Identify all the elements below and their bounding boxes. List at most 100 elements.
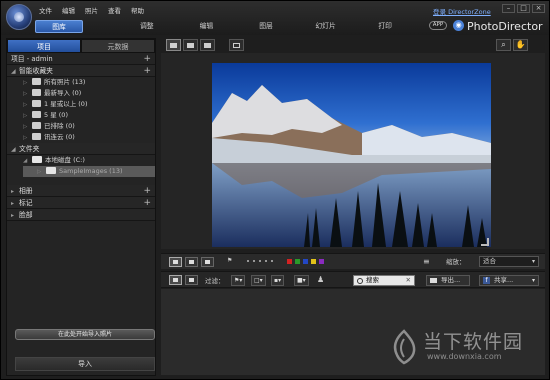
- star-icon: [32, 100, 41, 107]
- folder-icon: [46, 167, 56, 174]
- app-button[interactable]: APP: [429, 21, 447, 30]
- drive-item[interactable]: ◢ 本地磁盘 (C:): [7, 155, 155, 166]
- chevron-down-icon: ▾: [531, 277, 535, 284]
- menu-edit[interactable]: 编辑: [62, 5, 75, 15]
- add-project-icon[interactable]: +: [143, 53, 151, 65]
- module-tabs: 图库 调整 编辑 图层 幻灯片 打印: [35, 20, 415, 33]
- rating-dots[interactable]: [247, 260, 273, 262]
- single-view-icon[interactable]: [169, 257, 182, 267]
- filter-label: 过滤：: [205, 277, 225, 285]
- faces-header[interactable]: ▸ 脸部: [7, 209, 155, 221]
- sort-icon[interactable]: ≡: [423, 257, 437, 267]
- list-view-icon[interactable]: [185, 275, 198, 285]
- view-mode-tools: [166, 39, 215, 51]
- compare-icon[interactable]: [185, 257, 198, 267]
- multi-view-icon[interactable]: [201, 257, 214, 267]
- watermark-url: www.downxia.com: [427, 352, 502, 361]
- smart-collections-label: 智能收藏夹: [19, 67, 53, 75]
- add-person-icon[interactable]: ♟: [317, 275, 324, 284]
- project-label: 项目 - admin: [11, 55, 53, 63]
- list-item[interactable]: ▷ 已排除 (0): [7, 121, 155, 132]
- list-item[interactable]: ▷ 最新导入 (0): [7, 88, 155, 99]
- hand-tool-icon[interactable]: ✋: [513, 39, 528, 51]
- folders-label: 文件夹: [19, 145, 40, 153]
- tab-adjust[interactable]: 调整: [117, 20, 177, 33]
- export-button[interactable]: 导出...: [426, 275, 470, 286]
- loupe-view-icon[interactable]: [166, 39, 181, 51]
- albums-header[interactable]: ▸ 相册 +: [7, 185, 155, 197]
- tab-metadata[interactable]: 元数据: [81, 39, 155, 53]
- thumbnail-view-icon[interactable]: [169, 275, 182, 285]
- menu-view[interactable]: 查看: [108, 5, 121, 15]
- tab-library[interactable]: 图库: [35, 20, 83, 33]
- label-red-swatch[interactable]: [287, 259, 292, 264]
- facebook-icon: f: [483, 277, 490, 284]
- maximize-icon[interactable]: □: [517, 4, 530, 13]
- menu-photo[interactable]: 照片: [85, 5, 98, 15]
- folders-header[interactable]: ◢ 文件夹: [7, 143, 155, 155]
- filter-color-dropdown[interactable]: ▪▾: [271, 275, 285, 286]
- left-panel: 项目 元数据 项目 - admin + ◢ 智能收藏夹 + ▷ 所有照片 (13) …: [6, 38, 156, 376]
- fullscreen-icon[interactable]: [481, 238, 489, 246]
- signin-link[interactable]: 登录 DirectorZone: [433, 6, 491, 16]
- tab-slideshow[interactable]: 幻灯片: [296, 20, 356, 33]
- zoom-icon[interactable]: ⌕: [496, 39, 511, 51]
- left-panel-tabs: 项目 元数据: [7, 39, 155, 53]
- project-row[interactable]: 项目 - admin +: [7, 53, 155, 65]
- smart-collections-header[interactable]: ◢ 智能收藏夹 +: [7, 65, 155, 77]
- filter-label-dropdown[interactable]: ■▾: [294, 275, 309, 286]
- photo-viewer: [161, 53, 545, 249]
- menu-file[interactable]: 文件: [39, 5, 52, 15]
- add-album-icon[interactable]: +: [143, 185, 151, 197]
- recent-import-icon: [32, 89, 41, 96]
- share-button[interactable]: f 共享... ▾: [479, 275, 539, 286]
- watermark-text: 当下软件园: [423, 331, 524, 353]
- list-item[interactable]: ▷ 所有照片 (13): [7, 77, 155, 88]
- window-controls: – □ ×: [502, 4, 545, 13]
- photodirector-window: 文件 编辑 照片 查看 帮助 登录 DirectorZone – □ × 图库 …: [0, 0, 550, 380]
- export-icon: [430, 278, 437, 283]
- label-green-swatch[interactable]: [295, 259, 300, 264]
- tab-project[interactable]: 项目: [7, 39, 81, 53]
- label-blue-swatch[interactable]: [303, 259, 308, 264]
- add-tag-icon[interactable]: +: [143, 197, 151, 209]
- five-star-icon: [32, 111, 41, 118]
- viewer-right-tools: ⌕ ✋: [496, 39, 528, 51]
- compare-view-icon[interactable]: [229, 39, 244, 51]
- import-hint-button[interactable]: 在此处开始导入照片: [15, 329, 155, 340]
- list-item[interactable]: ▷ 1 星或以上 (0): [7, 99, 155, 110]
- folder-item[interactable]: ▷ SampleImages (13): [23, 166, 155, 177]
- filter-flag-dropdown[interactable]: ⚑▾: [231, 275, 246, 286]
- tags-header[interactable]: ▸ 标记 +: [7, 197, 155, 209]
- tab-print[interactable]: 打印: [355, 20, 415, 33]
- main-photo[interactable]: [212, 63, 491, 247]
- drive-icon: [32, 156, 42, 163]
- label-yellow-swatch[interactable]: [311, 259, 316, 264]
- filter-rating-dropdown[interactable]: □▾: [251, 275, 266, 286]
- label-purple-swatch[interactable]: [319, 259, 324, 264]
- minimize-icon[interactable]: –: [502, 4, 515, 13]
- filmstrip-toolbar: 过滤： ⚑▾ □▾ ▪▾ ■▾ ♟ 搜索 ✕ 导出... f 共享... ▾: [161, 271, 545, 288]
- excluded-icon: [32, 122, 41, 129]
- menu-help[interactable]: 帮助: [131, 5, 144, 15]
- zoom-label: 缩放：: [446, 258, 466, 266]
- import-button[interactable]: 导入: [15, 357, 155, 371]
- watermark: 当下软件园 www.downxia.com: [389, 327, 539, 367]
- title-bar: 文件 编辑 照片 查看 帮助 登录 DirectorZone – □ × 图库 …: [1, 1, 549, 35]
- add-smart-collection-icon[interactable]: +: [143, 65, 151, 77]
- tab-layers[interactable]: 图层: [236, 20, 296, 33]
- tab-edit[interactable]: 编辑: [177, 20, 237, 33]
- app-logo-icon[interactable]: [6, 4, 32, 30]
- flag-icon[interactable]: ⚑: [227, 257, 232, 264]
- clear-search-icon[interactable]: ✕: [406, 276, 411, 285]
- expand-arrow-icon: ▸: [11, 212, 15, 219]
- zoom-select[interactable]: 适合: [479, 256, 539, 267]
- watermark-logo-icon: [393, 329, 416, 365]
- search-input[interactable]: 搜索 ✕: [353, 275, 415, 286]
- grid-view-icon[interactable]: [200, 39, 215, 51]
- cloud-icon: [32, 133, 41, 140]
- close-icon[interactable]: ×: [532, 4, 545, 13]
- list-item[interactable]: ▷ 5 星 (0): [7, 110, 155, 121]
- photo-view-icon[interactable]: [183, 39, 198, 51]
- list-item[interactable]: ▷ 讯连云 (0): [7, 132, 155, 143]
